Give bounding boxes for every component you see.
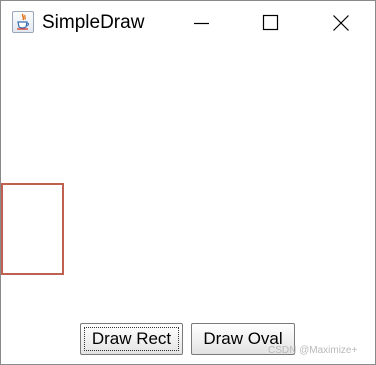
minimize-button[interactable]: [178, 9, 224, 37]
draw-rect-label: Draw Rect: [91, 329, 172, 348]
close-button[interactable]: [318, 9, 364, 37]
drawn-rectangle: [1, 183, 64, 275]
java-cup-icon[interactable]: [12, 11, 34, 33]
title-bar[interactable]: SimpleDraw: [1, 1, 375, 43]
app-window: SimpleDraw Draw Rect Draw Oval: [0, 0, 376, 365]
minimize-icon: [194, 22, 209, 25]
close-icon: [333, 15, 349, 31]
watermark-text: CSDN @Maximize+: [268, 345, 358, 356]
window-title: SimpleDraw: [42, 12, 145, 33]
draw-rect-button[interactable]: Draw Rect: [80, 323, 183, 355]
maximize-button[interactable]: [247, 9, 293, 37]
maximize-icon: [262, 14, 279, 31]
drawing-canvas[interactable]: [1, 43, 375, 315]
